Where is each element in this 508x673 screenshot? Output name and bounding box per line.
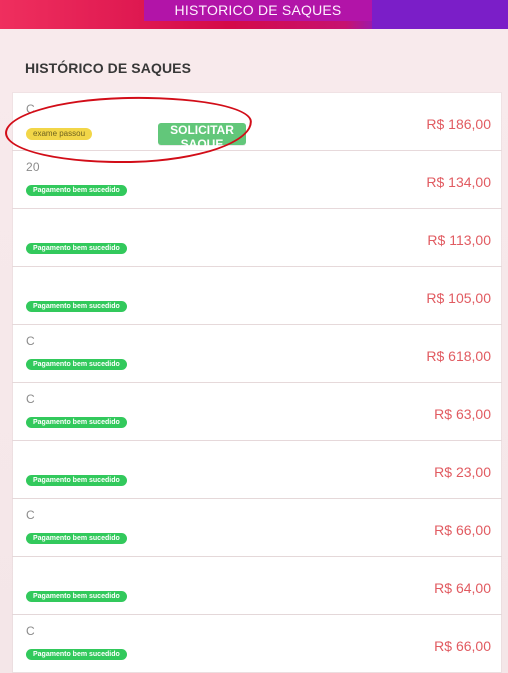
header-purple-panel xyxy=(372,0,508,29)
withdrawal-row: C Pagamento bem sucedido R$ 66,00 xyxy=(13,499,501,556)
withdrawal-amount: R$ 186,00 xyxy=(426,116,491,132)
withdrawal-row: C exame passou SOLICITAR SAQUE R$ 186,00 xyxy=(13,93,501,151)
withdrawal-id: C xyxy=(26,334,35,348)
withdrawal-history-content: HISTÓRICO DE SAQUES C exame passou SOLIC… xyxy=(0,29,508,673)
withdrawal-id: C xyxy=(26,392,35,406)
withdrawal-amount: R$ 105,00 xyxy=(426,290,491,306)
withdrawal-amount: R$ 113,00 xyxy=(427,232,491,248)
top-header: HISTORICO DE SAQUES xyxy=(0,0,508,29)
header-title-tab: HISTORICO DE SAQUES xyxy=(144,0,372,21)
withdrawal-row: C Pagamento bem sucedido R$ 63,00 xyxy=(13,383,501,440)
status-badge: Pagamento bem sucedido xyxy=(26,591,127,602)
withdrawal-row: Pagamento bem sucedido R$ 64,00 xyxy=(13,557,501,614)
withdrawal-history-page: HISTORICO DE SAQUES HISTÓRICO DE SAQUES … xyxy=(0,0,508,673)
withdrawal-amount: R$ 66,00 xyxy=(434,638,491,654)
withdrawal-amount: R$ 618,00 xyxy=(426,348,491,364)
redacted-id-mask xyxy=(41,622,201,634)
withdrawal-list: C exame passou SOLICITAR SAQUE R$ 186,00… xyxy=(13,93,501,673)
redacted-id-mask xyxy=(41,100,201,112)
request-withdrawal-button[interactable]: SOLICITAR SAQUE xyxy=(158,123,246,151)
withdrawal-row: Pagamento bem sucedido R$ 23,00 xyxy=(13,441,501,498)
status-badge: Pagamento bem sucedido xyxy=(26,533,127,544)
redacted-id-mask xyxy=(41,158,201,170)
withdrawal-row: C Pagamento bem sucedido R$ 66,00 xyxy=(13,615,501,672)
withdrawal-amount: R$ 64,00 xyxy=(434,580,491,596)
redacted-id-mask xyxy=(41,216,201,228)
status-badge: Pagamento bem sucedido xyxy=(26,359,127,370)
withdrawal-amount: R$ 134,00 xyxy=(426,174,491,190)
status-badge: Pagamento bem sucedido xyxy=(26,301,127,312)
withdrawal-row: Pagamento bem sucedido R$ 105,00 xyxy=(13,267,501,324)
withdrawal-id: C xyxy=(26,508,35,522)
status-badge: Pagamento bem sucedido xyxy=(26,243,127,254)
redacted-id-mask xyxy=(41,274,201,286)
withdrawal-id: C xyxy=(26,102,35,116)
redacted-id-mask xyxy=(41,448,201,460)
redacted-id-mask xyxy=(41,564,201,576)
status-badge: Pagamento bem sucedido xyxy=(26,475,127,486)
withdrawal-id: 20 xyxy=(26,160,40,174)
withdrawal-row: 20 Pagamento bem sucedido R$ 134,00 xyxy=(13,151,501,208)
redacted-id-mask xyxy=(41,390,201,402)
page-title: HISTÓRICO DE SAQUES xyxy=(25,60,192,76)
status-badge: Pagamento bem sucedido xyxy=(26,417,127,428)
redacted-id-mask xyxy=(41,332,201,344)
withdrawal-amount: R$ 63,00 xyxy=(434,406,491,422)
status-badge: Pagamento bem sucedido xyxy=(26,649,127,660)
redacted-id-mask xyxy=(41,506,201,518)
withdrawal-row: C Pagamento bem sucedido R$ 618,00 xyxy=(13,325,501,382)
status-badge: exame passou xyxy=(26,128,93,140)
withdrawal-amount: R$ 66,00 xyxy=(434,522,491,538)
withdrawal-row: Pagamento bem sucedido R$ 113,00 xyxy=(13,209,501,266)
withdrawal-amount: R$ 23,00 xyxy=(434,464,491,480)
withdrawal-id: C xyxy=(26,624,35,638)
status-badge: Pagamento bem sucedido xyxy=(26,185,127,196)
